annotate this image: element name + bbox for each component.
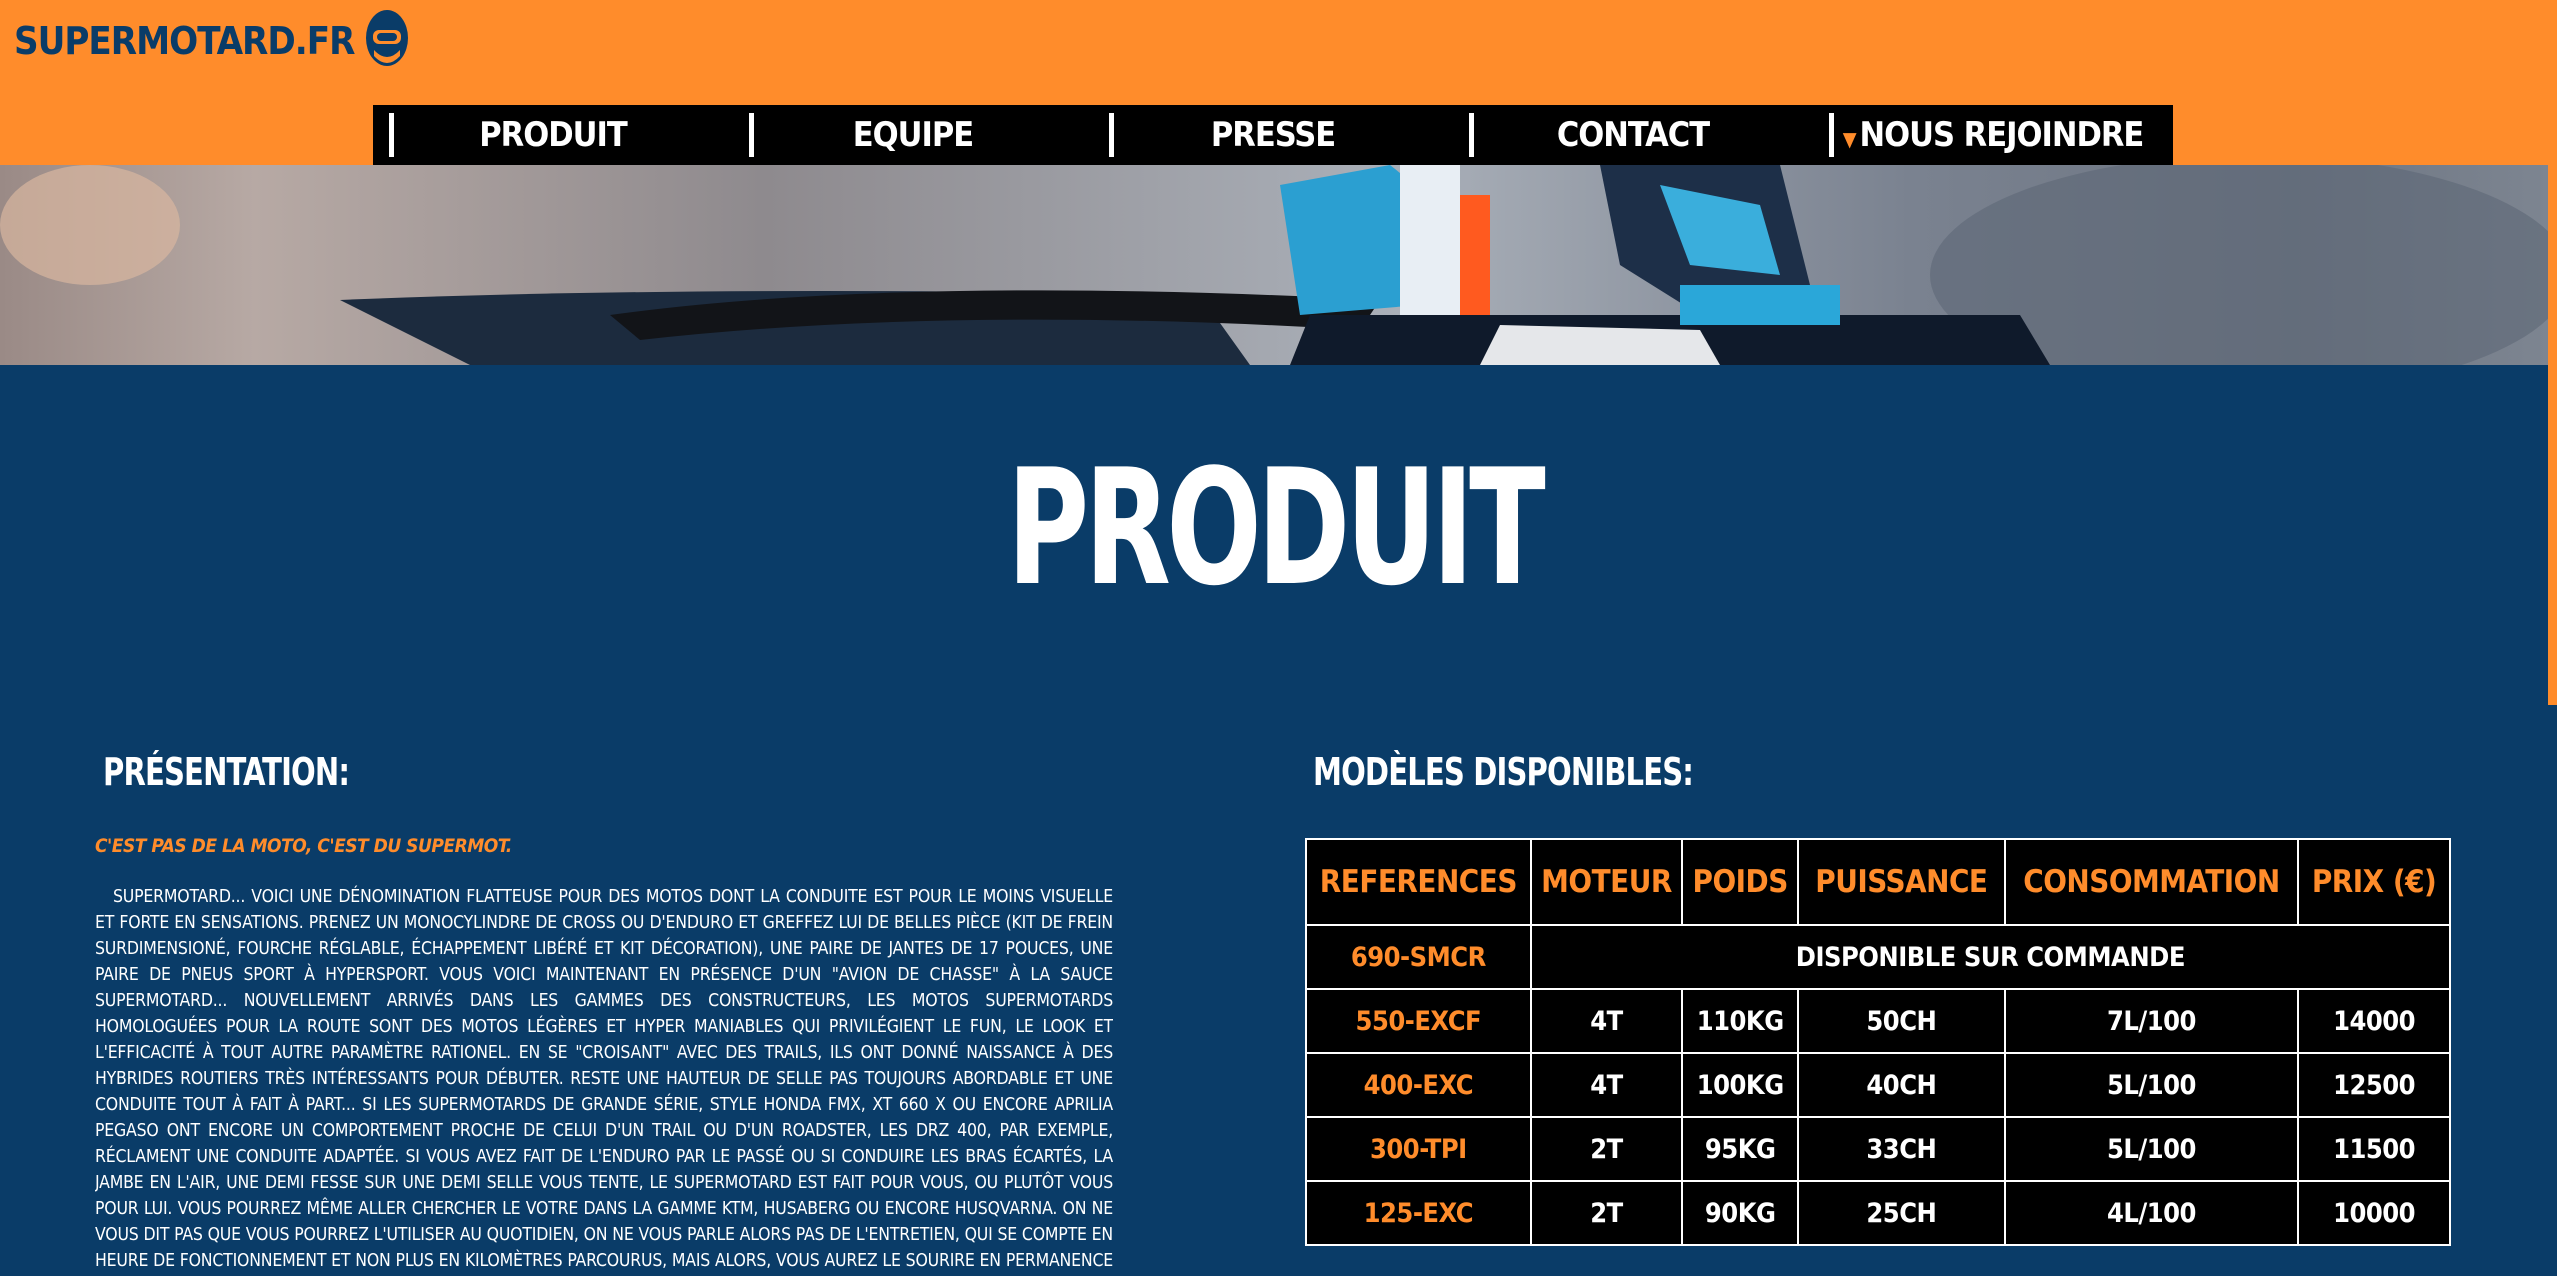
cell-prix: 14000: [2297, 988, 2451, 1054]
models-title: MODÈLES DISPONIBLES:: [1313, 750, 1694, 794]
nav-item-equipe[interactable]: EQUIPE: [733, 105, 1093, 165]
presentation-title: PRÉSENTATION:: [103, 750, 350, 794]
right-edge-accent: [2548, 165, 2557, 705]
cell-puissance: 50CH: [1797, 988, 2006, 1054]
cell-moteur: 4T: [1529, 988, 1684, 1054]
table-header-row: REFERENCES MOTEUR POIDS PUISSANCE CONSOM…: [1305, 838, 2451, 926]
nav-separator: [1109, 113, 1114, 157]
table-row: 125-EXC 2T 90KG 25CH 4L/100 10000: [1305, 1180, 2451, 1246]
col-header-references: REFERENCES: [1305, 838, 1532, 926]
table-row: 550-EXCF 4T 110KG 50CH 7L/100 14000: [1305, 988, 2451, 1054]
logo-text: SUPERMOTARD.FR: [14, 19, 355, 63]
col-header-poids: POIDS: [1681, 838, 1800, 926]
cell-consommation: 7L/100: [2003, 988, 2300, 1054]
nav-item-produit[interactable]: PRODUIT: [373, 105, 733, 165]
cell-poids: 95KG: [1681, 1116, 1800, 1182]
cell-reference: 125-EXC: [1305, 1180, 1532, 1246]
dropdown-caret-icon: ▼: [1842, 127, 1857, 151]
cell-availability-note: DISPONIBLE SUR COMMANDE: [1529, 924, 2452, 990]
cell-consommation: 5L/100: [2003, 1116, 2300, 1182]
nav-label: CONTACT: [1556, 115, 1710, 155]
nav-label: PRESSE: [1210, 115, 1336, 155]
presentation-tagline: C'EST PAS DE LA MOTO, C'EST DU SUPERMOT.: [95, 835, 512, 857]
nav-separator: [389, 113, 394, 157]
nav-separator: [749, 113, 754, 157]
cell-prix: 12500: [2297, 1052, 2451, 1118]
presentation-text: Supermotard... Voici une dénomination fl…: [95, 887, 1113, 1271]
nav-label: PRODUIT: [479, 115, 627, 155]
col-header-puissance: PUISSANCE: [1797, 838, 2006, 926]
site-header: SUPERMOTARD.FR PRODUIT EQUIPE PRESSE CON…: [0, 0, 2557, 165]
cell-reference: 550-EXCF: [1305, 988, 1532, 1054]
cell-puissance: 25CH: [1797, 1180, 2006, 1246]
table-row: 300-TPI 2T 95KG 33CH 5L/100 11500: [1305, 1116, 2451, 1182]
cell-moteur: 2T: [1529, 1116, 1684, 1182]
nav-item-nous-rejoindre[interactable]: ▼ NOUS REJOINDRE: [1813, 105, 2173, 165]
cell-prix: 11500: [2297, 1116, 2451, 1182]
cell-reference: 690-SMCR: [1305, 924, 1532, 990]
cell-prix: 10000: [2297, 1180, 2451, 1246]
cell-poids: 90KG: [1681, 1180, 1800, 1246]
col-header-consommation: CONSOMMATION: [2003, 838, 2300, 926]
page-title: PRODUIT: [1006, 434, 1546, 621]
cell-reference: 300-TPI: [1305, 1116, 1532, 1182]
nav-item-presse[interactable]: PRESSE: [1093, 105, 1453, 165]
nav-label: NOUS REJOINDRE: [1859, 115, 2145, 155]
motorcycle-image: [0, 165, 2548, 365]
cell-puissance: 33CH: [1797, 1116, 2006, 1182]
hero-banner: [0, 165, 2548, 365]
main-nav: PRODUIT EQUIPE PRESSE CONTACT ▼ NOUS REJ…: [373, 105, 2173, 165]
cell-consommation: 4L/100: [2003, 1180, 2300, 1246]
nav-separator: [1469, 113, 1474, 157]
col-header-prix: PRIX (€): [2297, 838, 2451, 926]
nav-separator: [1829, 113, 1834, 157]
table-row: 690-SMCR DISPONIBLE SUR COMMANDE: [1305, 924, 2452, 990]
cell-puissance: 40CH: [1797, 1052, 2006, 1118]
cell-poids: 100KG: [1681, 1052, 1800, 1118]
helmet-icon: [364, 8, 410, 74]
cell-moteur: 2T: [1529, 1180, 1684, 1246]
table-row: 400-EXC 4T 100KG 40CH 5L/100 12500: [1305, 1052, 2451, 1118]
col-header-moteur: MOTEUR: [1529, 838, 1684, 926]
cell-moteur: 4T: [1529, 1052, 1684, 1118]
site-logo[interactable]: SUPERMOTARD.FR: [14, 10, 410, 72]
cell-reference: 400-EXC: [1305, 1052, 1532, 1118]
cell-poids: 110KG: [1681, 988, 1800, 1054]
models-table: REFERENCES MOTEUR POIDS PUISSANCE CONSOM…: [1305, 838, 2452, 1246]
cell-consommation: 5L/100: [2003, 1052, 2300, 1118]
nav-item-contact[interactable]: CONTACT: [1453, 105, 1813, 165]
nav-label: EQUIPE: [852, 115, 974, 155]
